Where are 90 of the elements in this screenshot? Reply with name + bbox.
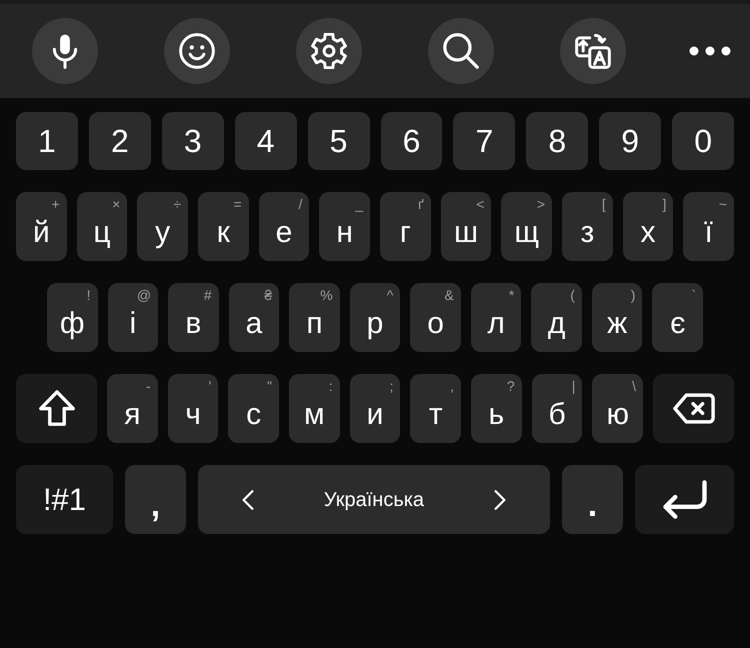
key-hint: ,	[450, 379, 454, 393]
letter-key[interactable]: н _	[319, 192, 370, 261]
key-hint: >	[536, 197, 546, 211]
key-hint: \	[632, 379, 636, 393]
letter-key[interactable]: л *	[470, 283, 522, 352]
letter-key[interactable]: ї ~	[683, 192, 734, 261]
key-hint: <	[476, 197, 484, 211]
key-hint: |	[572, 379, 576, 393]
letter-key[interactable]: х ]	[622, 192, 674, 261]
settings-icon	[311, 33, 347, 69]
key-hint: ₴	[264, 288, 272, 302]
number-key[interactable]: 4	[234, 112, 297, 170]
key-hint: ÷	[173, 197, 182, 211]
letter-key[interactable]: п %	[289, 283, 340, 352]
key-hint: '	[208, 379, 212, 393]
shift-arrow-icon	[38, 390, 76, 428]
number-key[interactable]: 9	[599, 112, 662, 170]
key-hint: #	[204, 288, 212, 302]
key-hint: /	[298, 197, 302, 211]
key-hint: "	[267, 379, 272, 393]
key-hint: )	[630, 288, 636, 302]
key-hint: `	[691, 288, 696, 302]
key-hint: ^	[386, 288, 394, 302]
letter-key[interactable]: б |	[532, 374, 582, 443]
letter-key[interactable]: о &	[410, 283, 461, 352]
letter-key[interactable]: ж )	[592, 283, 642, 352]
backspace-key[interactable]	[653, 374, 734, 443]
key-hint: ;	[389, 379, 394, 393]
key-hint: &	[444, 288, 454, 302]
letter-key[interactable]: щ >	[501, 192, 552, 261]
space-bar[interactable]: Українська	[198, 465, 550, 534]
key-hint: -	[146, 379, 151, 393]
shift-key[interactable]	[16, 374, 97, 443]
punctuation-key[interactable]: ,	[125, 465, 186, 534]
key-hint: =	[234, 197, 242, 211]
letter-key[interactable]: д (	[531, 283, 582, 352]
key-hint: ґ	[418, 197, 424, 211]
letter-key[interactable]: е /	[258, 192, 310, 261]
punctuation-key[interactable]: .	[562, 465, 623, 534]
letter-key[interactable]: м :	[289, 374, 340, 443]
letter-key[interactable]: ю \	[592, 374, 644, 443]
enter-key[interactable]	[635, 465, 734, 534]
number-key[interactable]: 2	[88, 112, 151, 170]
key-hint: ×	[112, 197, 120, 211]
translate-icon	[575, 33, 611, 69]
number-key[interactable]: 5	[308, 112, 370, 170]
key-hint: ?	[506, 379, 515, 393]
key-hint: !	[86, 288, 91, 302]
number-key[interactable]: 7	[453, 112, 516, 170]
key-hint: ~	[718, 197, 728, 211]
smiley-icon	[179, 33, 215, 69]
letter-key[interactable]: с "	[228, 374, 280, 443]
letter-key[interactable]: к =	[198, 192, 249, 261]
letter-key[interactable]: і @	[108, 283, 158, 352]
letter-key[interactable]: г ґ	[380, 192, 431, 261]
letter-key[interactable]: в #	[168, 283, 219, 352]
number-key[interactable]: 6	[380, 112, 442, 170]
key-hint: +	[51, 197, 60, 211]
letter-key[interactable]: є `	[652, 283, 704, 352]
number-key[interactable]: 1	[16, 112, 78, 170]
more-icon	[688, 45, 732, 57]
key-hint: _	[355, 197, 364, 211]
key-hint: %	[320, 288, 333, 302]
letter-key[interactable]: я -	[107, 374, 158, 443]
letter-key[interactable]: з [	[562, 192, 613, 261]
letter-key[interactable]: ч '	[168, 374, 218, 443]
key-hint: ]	[662, 197, 666, 211]
key-hint: *	[508, 288, 514, 302]
number-key[interactable]: 0	[672, 112, 734, 170]
letter-key[interactable]: у ÷	[137, 192, 188, 261]
symbols-key[interactable]: !#1	[16, 465, 113, 534]
letter-key[interactable]: а ₴	[228, 283, 280, 352]
key-hint: (	[570, 288, 575, 302]
letter-key[interactable]: ш <	[440, 192, 492, 261]
more-button[interactable]	[688, 45, 732, 57]
letter-key[interactable]: ь ?	[471, 374, 522, 443]
letter-key[interactable]: и ;	[350, 374, 400, 443]
key-hint: [	[602, 197, 606, 211]
letter-key[interactable]: ц ×	[76, 192, 128, 261]
letter-key[interactable]: р ^	[350, 283, 400, 352]
backspace-icon	[672, 393, 715, 424]
letter-key[interactable]: ф !	[47, 283, 98, 352]
letter-key[interactable]: й +	[16, 192, 67, 261]
number-key[interactable]: 3	[162, 112, 224, 170]
number-key[interactable]: 8	[526, 112, 588, 170]
search-icon	[443, 33, 479, 69]
key-hint: @	[136, 288, 152, 302]
enter-arrow-icon	[662, 480, 706, 519]
letter-key[interactable]: т ,	[410, 374, 462, 443]
key-hint: :	[328, 379, 333, 393]
